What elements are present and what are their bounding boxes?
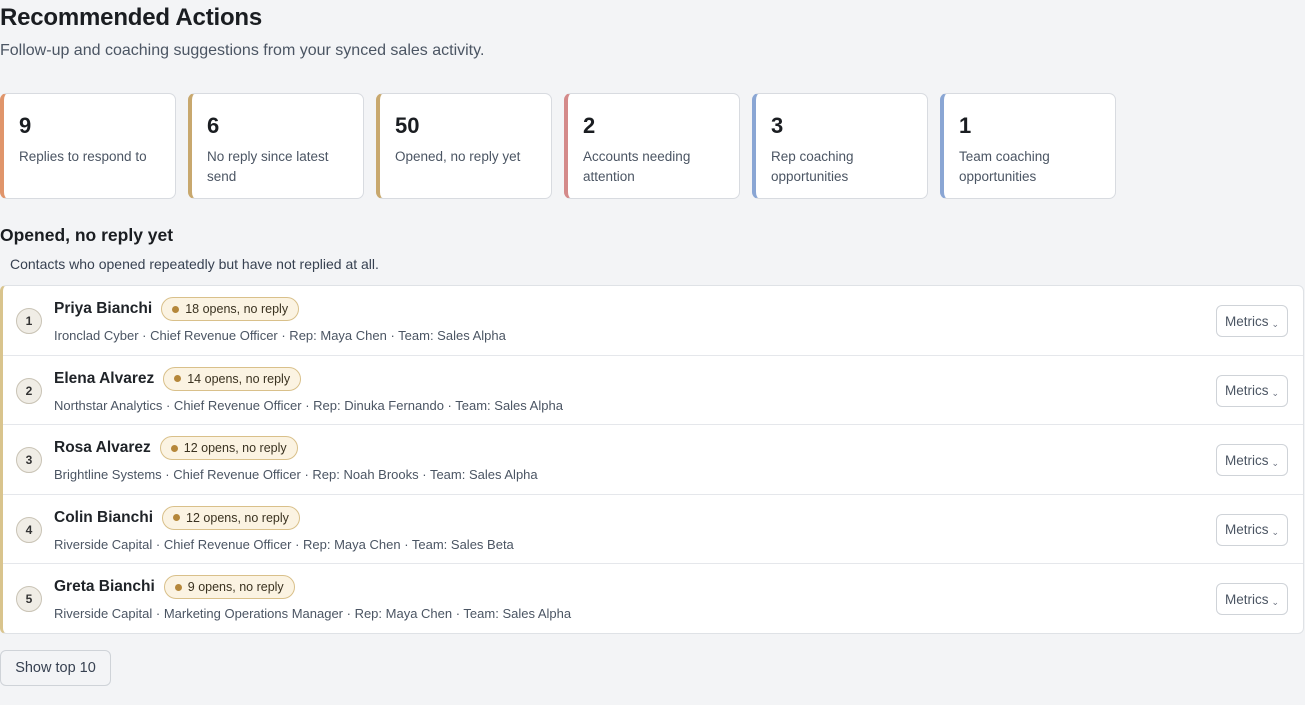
section-title: Opened, no reply yet xyxy=(0,225,174,245)
row-header: Elena Alvarez 14 opens, no reply xyxy=(54,366,302,391)
summary-card-rep-coaching[interactable]: 3 Rep coaching opportunities xyxy=(752,93,928,199)
contact-meta: Riverside Capital · Marketing Operations… xyxy=(54,606,572,622)
contact-meta: Northstar Analytics · Chief Revenue Offi… xyxy=(54,397,563,413)
status-dot-icon xyxy=(170,444,178,452)
card-value: 2 xyxy=(583,113,596,138)
status-badge-label: 12 opens, no reply xyxy=(183,441,287,456)
row-header: Rosa Alvarez 12 opens, no reply xyxy=(54,436,298,461)
contact-name: Colin Bianchi xyxy=(54,508,154,526)
section-subtitle: Contacts who opened repeatedly but have … xyxy=(10,256,379,272)
summary-card-replies[interactable]: 9 Replies to respond to xyxy=(0,93,176,199)
metrics-button-label: Metrics xyxy=(1224,313,1269,329)
metrics-button-label: Metrics xyxy=(1224,383,1269,399)
card-value: 6 xyxy=(207,113,220,138)
status-dot-icon xyxy=(173,514,181,522)
summary-card-no-reply-since-send[interactable]: 6 No reply since latest send xyxy=(188,93,364,199)
summary-card-team-coaching[interactable]: 1 Team coaching opportunities xyxy=(940,93,1116,199)
status-badge-label: 14 opens, no reply xyxy=(187,371,291,386)
chevron-down-icon: ⌄ xyxy=(1271,457,1280,468)
chevron-down-icon: ⌄ xyxy=(1271,388,1280,399)
status-badge: 14 opens, no reply xyxy=(163,366,302,391)
rank-badge: 4 xyxy=(16,516,42,543)
chevron-down-icon: ⌄ xyxy=(1271,596,1280,607)
card-label: Team coaching opportunities xyxy=(959,149,1050,184)
rank-badge: 5 xyxy=(16,586,42,613)
status-dot-icon xyxy=(174,375,182,383)
row-header: Greta Bianchi 9 opens, no reply xyxy=(54,575,295,600)
status-badge: 9 opens, no reply xyxy=(163,575,295,600)
status-badge-label: 12 opens, no reply xyxy=(186,510,289,525)
contact-meta: Riverside Capital · Chief Revenue Office… xyxy=(54,536,514,552)
chevron-down-icon: ⌄ xyxy=(1271,318,1280,329)
rank-badge: 3 xyxy=(16,447,42,474)
card-value: 1 xyxy=(959,113,972,138)
card-label: Replies to respond to xyxy=(19,149,147,164)
metrics-button-label: Metrics xyxy=(1224,591,1269,607)
list-item: 5 Greta Bianchi 9 opens, no reply Rivers… xyxy=(3,564,1303,633)
page-title: Recommended Actions xyxy=(0,4,263,31)
card-label: Opened, no reply yet xyxy=(395,149,521,164)
recommended-actions-page: Recommended Actions Follow-up and coachi… xyxy=(0,0,1305,705)
summary-card-accounts-attention[interactable]: 2 Accounts needing attention xyxy=(564,93,740,199)
metrics-button[interactable]: Metrics ⌄ xyxy=(1216,513,1288,546)
card-label: No reply since latest send xyxy=(207,149,329,184)
row-header: Colin Bianchi 12 opens, no reply xyxy=(54,505,300,530)
status-badge: 12 opens, no reply xyxy=(162,505,300,530)
contact-name: Priya Bianchi xyxy=(54,300,153,317)
metrics-button-label: Metrics xyxy=(1224,522,1269,538)
status-badge: 12 opens, no reply xyxy=(159,436,298,461)
metrics-button[interactable]: Metrics ⌄ xyxy=(1216,583,1288,616)
card-label: Rep coaching opportunities xyxy=(771,149,854,184)
list-item: 4 Colin Bianchi 12 opens, no reply River… xyxy=(3,495,1303,565)
status-badge-label: 18 opens, no reply xyxy=(185,302,289,316)
show-top-10-button[interactable]: Show top 10 xyxy=(0,650,111,686)
chevron-down-icon: ⌄ xyxy=(1271,527,1280,538)
list-item: 2 Elena Alvarez 14 opens, no reply North… xyxy=(3,356,1303,426)
card-value: 3 xyxy=(771,113,784,138)
list-item: 3 Rosa Alvarez 12 opens, no reply Bright… xyxy=(3,425,1303,495)
contact-name: Rosa Alvarez xyxy=(54,439,151,457)
contact-meta: Ironclad Cyber · Chief Revenue Officer ·… xyxy=(54,328,506,343)
metrics-button-label: Metrics xyxy=(1224,452,1269,468)
status-badge: 18 opens, no reply xyxy=(161,297,300,321)
contact-meta: Brightline Systems · Chief Revenue Offic… xyxy=(54,467,538,483)
status-badge-label: 9 opens, no reply xyxy=(187,580,284,595)
page-subtitle: Follow-up and coaching suggestions from … xyxy=(0,42,485,59)
status-dot-icon xyxy=(174,583,182,591)
status-dot-icon xyxy=(172,305,180,313)
contact-list: 1 Priya Bianchi 18 opens, no reply Ironc… xyxy=(0,285,1304,634)
summary-cards: 9 Replies to respond to 6 No reply since… xyxy=(0,93,1116,199)
summary-card-opened-no-reply[interactable]: 50 Opened, no reply yet xyxy=(376,93,552,199)
contact-name: Elena Alvarez xyxy=(54,369,155,387)
metrics-button[interactable]: Metrics ⌄ xyxy=(1216,444,1288,477)
rank-badge: 1 xyxy=(16,308,42,334)
card-label: Accounts needing attention xyxy=(583,149,691,184)
row-header: Priya Bianchi 18 opens, no reply xyxy=(54,297,300,321)
card-value: 50 xyxy=(395,113,420,138)
metrics-button[interactable]: Metrics ⌄ xyxy=(1216,305,1288,337)
rank-badge: 2 xyxy=(16,377,42,404)
contact-name: Greta Bianchi xyxy=(54,578,155,596)
card-value: 9 xyxy=(19,113,32,138)
metrics-button[interactable]: Metrics ⌄ xyxy=(1216,374,1288,407)
list-item: 1 Priya Bianchi 18 opens, no reply Ironc… xyxy=(3,286,1303,356)
